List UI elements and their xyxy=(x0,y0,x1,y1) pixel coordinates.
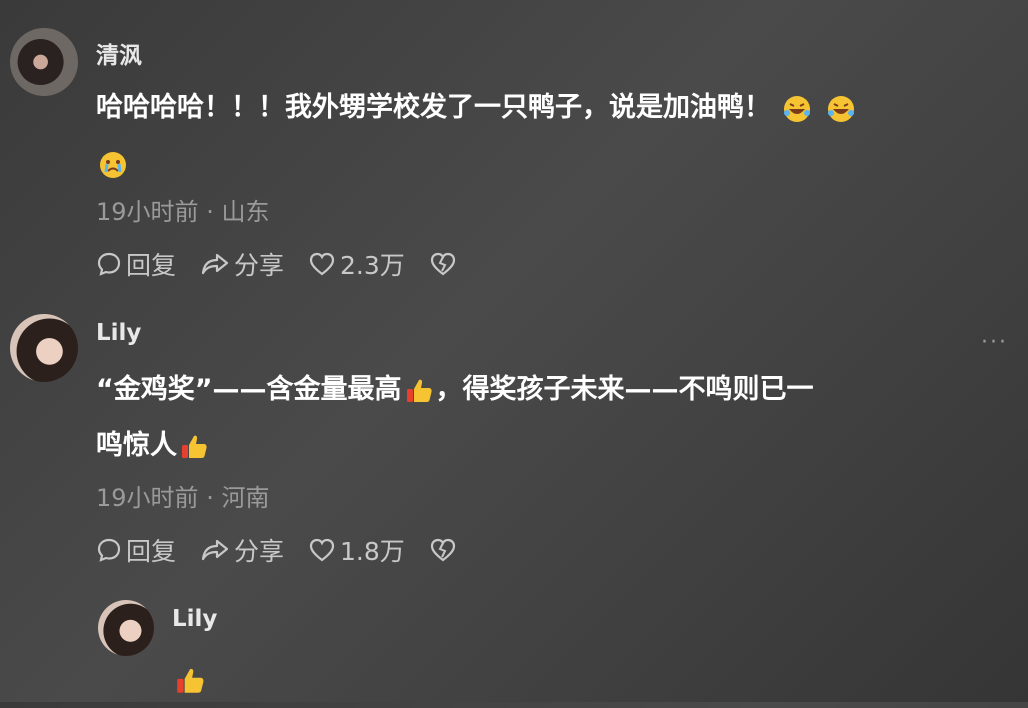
comment-text: “金鸡奖”——含金量最高 ，得奖孩子未来——不鸣则已一鸣惊人 xyxy=(96,362,1006,474)
heart-icon xyxy=(309,252,335,276)
broken-heart-icon xyxy=(430,252,455,276)
separator: · xyxy=(206,198,214,226)
share-label: 分享 xyxy=(234,251,285,280)
comment-actions: 回复 分享 1.8万 xyxy=(96,532,485,568)
comment-text: 哈哈哈哈！！！我外甥学校发了一只鸭子，说是加油鸭！ xyxy=(96,80,996,192)
avatar[interactable] xyxy=(10,314,78,382)
comment-meta: 19小时前 · 河南 xyxy=(96,478,269,513)
reply-label: 回复 xyxy=(126,251,177,280)
like-button[interactable]: 1.8万 xyxy=(308,532,405,568)
comment-time: 19小时前 xyxy=(96,198,199,226)
reply-label: 回复 xyxy=(126,537,177,566)
comment-text-content: 哈哈哈哈！！！我外甥学校发了一只鸭子，说是加油鸭！ xyxy=(96,92,771,123)
comment-text-part: ，得奖孩子未来——不鸣则已一 xyxy=(435,374,814,405)
share-label: 分享 xyxy=(234,537,285,566)
comment-actions: 回复 分享 2.3万 xyxy=(96,246,485,282)
more-options-button[interactable]: ··· xyxy=(981,330,1008,355)
comment-text-part: “金鸡奖”——含金量最高 xyxy=(96,374,402,405)
separator: · xyxy=(206,484,214,512)
thumbs-up-emoji-icon xyxy=(177,668,204,693)
thumbs-up-emoji-icon xyxy=(406,379,432,402)
comment-username[interactable]: Lily xyxy=(96,320,141,346)
comment-location: 山东 xyxy=(221,198,270,226)
reply-button[interactable]: 回复 xyxy=(96,246,176,282)
comment-time: 19小时前 xyxy=(96,484,199,512)
share-arrow-icon xyxy=(201,539,229,561)
share-arrow-icon xyxy=(201,253,229,275)
like-button[interactable]: 2.3万 xyxy=(308,246,405,282)
thumbs-up-emoji-icon xyxy=(182,435,207,458)
comment-text-part: 鸣惊人 xyxy=(96,430,177,461)
broken-heart-icon xyxy=(430,538,455,562)
share-button[interactable]: 分享 xyxy=(200,246,284,282)
reply-text xyxy=(172,652,208,708)
avatar[interactable] xyxy=(98,600,154,656)
like-count: 1.8万 xyxy=(340,537,405,566)
comment-username[interactable]: 清沨 xyxy=(96,36,142,70)
heart-icon xyxy=(309,538,335,562)
share-button[interactable]: 分享 xyxy=(200,532,284,568)
dislike-button[interactable] xyxy=(429,251,461,277)
comment-bubble-icon xyxy=(97,252,121,276)
comment-meta: 19小时前 · 山东 xyxy=(96,192,269,227)
dislike-button[interactable] xyxy=(429,537,461,563)
rolling-laughing-emoji-icon xyxy=(827,95,854,122)
like-count: 2.3万 xyxy=(340,251,405,280)
avatar[interactable] xyxy=(10,28,78,96)
crying-emoji-icon xyxy=(100,151,126,178)
rolling-laughing-emoji-icon xyxy=(784,95,811,122)
reply-button[interactable]: 回复 xyxy=(96,532,176,568)
comment-location: 河南 xyxy=(221,484,270,512)
comment-bubble-icon xyxy=(97,538,121,562)
reply-username[interactable]: Lily xyxy=(172,606,217,632)
